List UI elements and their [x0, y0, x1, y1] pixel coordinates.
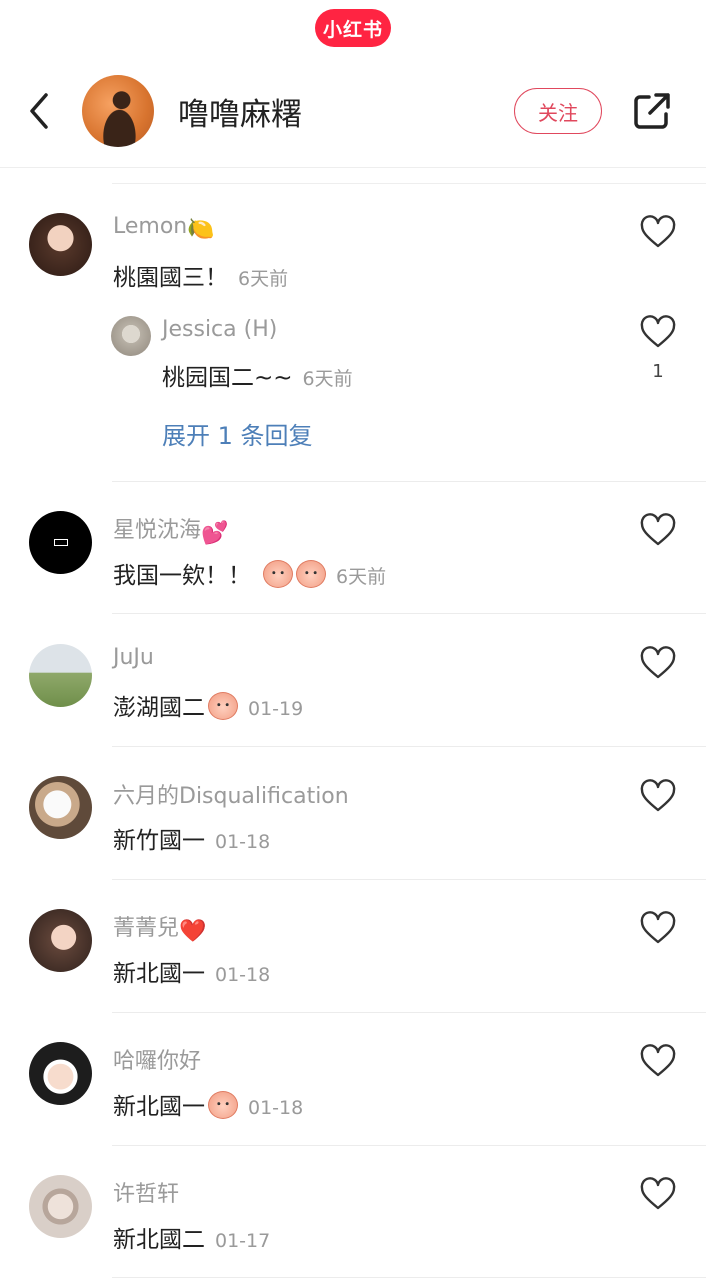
heart-icon[interactable] [639, 646, 677, 680]
two-hearts-emoji: 💕 [201, 521, 229, 546]
divider [112, 613, 706, 614]
comment-text[interactable]: 我国一欸！！ 6天前 [113, 556, 386, 590]
comment-date: 6天前 [336, 566, 387, 588]
comment-username[interactable]: 菁菁兒❤️ [113, 910, 206, 944]
comment-date: 01-18 [215, 964, 271, 986]
comment-username[interactable]: 六月的Disqualification [113, 778, 349, 810]
chevron-left-icon[interactable] [22, 91, 58, 131]
author-header: 噜噜麻糬 关注 [0, 55, 706, 168]
avatar[interactable] [29, 213, 92, 276]
avatar[interactable] [29, 644, 92, 707]
comment-text[interactable]: 新竹國一 01-18 [113, 821, 270, 855]
pig-sticker-icon [208, 692, 238, 720]
author-name[interactable]: 噜噜麻糬 [178, 89, 302, 134]
comment-username[interactable]: 许哲轩 [113, 1176, 179, 1208]
comment-username[interactable]: 星悦沈海💕 [113, 512, 228, 546]
expand-replies-link[interactable]: 展开 1 条回复 [162, 416, 313, 451]
comment-text[interactable]: 新北國一 01-18 [113, 954, 270, 988]
share-external-icon[interactable] [632, 91, 672, 131]
comment-date: 01-18 [215, 831, 271, 853]
reply-username[interactable]: Jessica (H) [162, 317, 277, 342]
heart-icon[interactable] [639, 1044, 677, 1078]
comment-date: 6天前 [238, 268, 289, 290]
comment-username[interactable]: 哈囉你好 [113, 1043, 201, 1075]
crying-sticker-icon [263, 560, 293, 588]
heart-icon[interactable] [639, 1177, 677, 1211]
avatar[interactable] [29, 1042, 92, 1105]
comment-date: 01-19 [248, 698, 304, 720]
avatar[interactable] [29, 909, 92, 972]
divider [112, 481, 706, 482]
heart-icon[interactable] [639, 911, 677, 945]
divider [112, 879, 706, 880]
comment-text[interactable]: 澎湖國二 01-19 [113, 688, 303, 722]
comment-username[interactable]: Lemon🍋 [113, 214, 215, 242]
pig-sticker-icon [208, 1091, 238, 1119]
red-heart-emoji: ❤️ [179, 919, 207, 944]
divider [112, 1145, 706, 1146]
comment-text[interactable]: 新北國一 01-18 [113, 1087, 303, 1121]
comment-text[interactable]: 新北國二 01-17 [113, 1220, 270, 1254]
comment-username[interactable]: JuJu [113, 645, 154, 670]
divider [112, 1012, 706, 1013]
reply-text[interactable]: 桃园国二~~ 6天前 [162, 358, 353, 392]
heart-icon[interactable] [639, 315, 677, 349]
heart-icon[interactable] [639, 215, 677, 249]
divider [112, 183, 706, 184]
divider [112, 746, 706, 747]
brand-logo: 小红书 [315, 9, 391, 47]
comment-text[interactable]: 桃園國三！ 6天前 [113, 258, 288, 292]
crying-sticker-icon [296, 560, 326, 588]
lemon-emoji: 🍋 [187, 217, 215, 242]
avatar[interactable] [29, 1175, 92, 1238]
reply-date: 6天前 [302, 368, 353, 390]
avatar[interactable] [29, 776, 92, 839]
follow-button[interactable]: 关注 [514, 88, 602, 134]
like-count: 1 [652, 361, 664, 382]
heart-icon[interactable] [639, 779, 677, 813]
author-avatar[interactable] [82, 75, 154, 147]
comment-date: 01-17 [215, 1230, 271, 1252]
divider [112, 1277, 706, 1278]
avatar[interactable] [29, 511, 92, 574]
reply-avatar[interactable] [111, 316, 151, 356]
comment-date: 01-18 [248, 1097, 304, 1119]
heart-icon[interactable] [639, 513, 677, 547]
